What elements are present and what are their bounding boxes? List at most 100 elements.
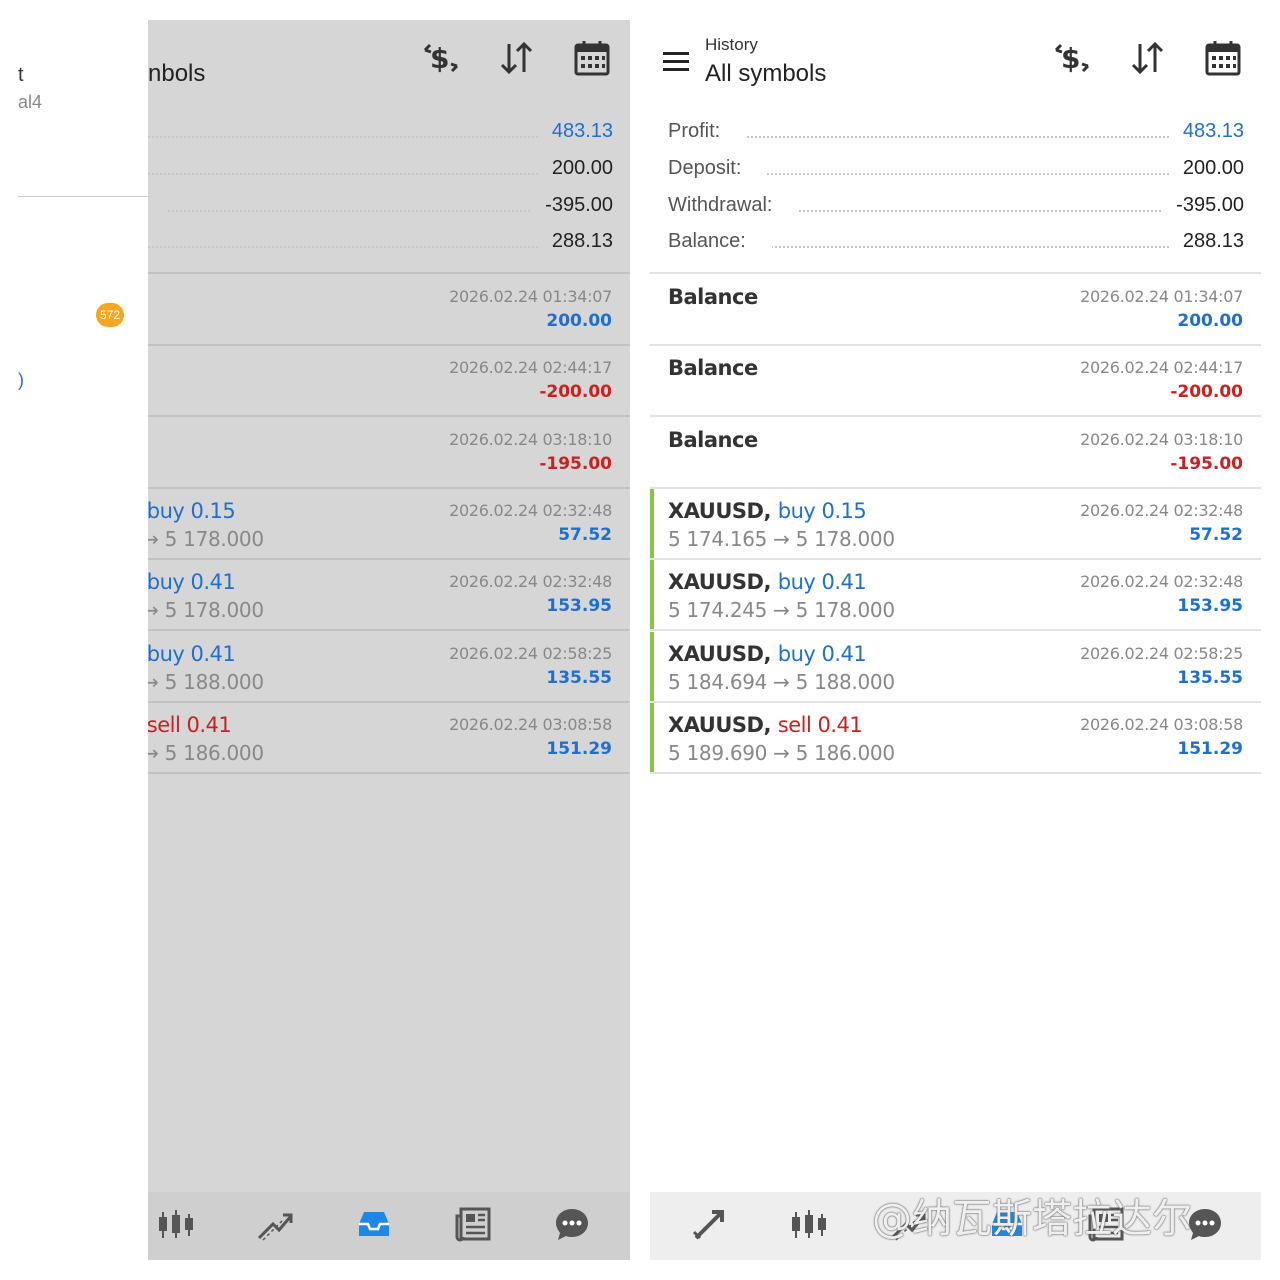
header-subtitle: History xyxy=(705,35,758,54)
balance-row[interactable]: Balance 2026.02.24 01:34:07 200.00 xyxy=(650,275,1261,346)
deal-symbol: XAUUSD, xyxy=(668,712,771,737)
news-icon[interactable] xyxy=(453,1204,497,1248)
sort-icon[interactable] xyxy=(1128,38,1176,86)
row-amount: 153.95 xyxy=(546,596,612,617)
dollar-exchange-icon[interactable]: $ xyxy=(1052,38,1100,86)
deal-accent-bar xyxy=(650,702,654,774)
summary-row: Balance: 288.13 xyxy=(148,230,613,260)
deal-title: XAUUSD, sell 0.41 xyxy=(148,713,232,737)
deal-symbol: XAUUSD, xyxy=(668,498,771,523)
dotted-leader xyxy=(668,136,1244,138)
deal-title: XAUUSD, buy 0.15 xyxy=(668,498,867,523)
calendar-icon[interactable] xyxy=(572,38,620,86)
row-timestamp: 2026.02.24 02:32:48 xyxy=(1080,500,1243,520)
summary-value: 200.00 xyxy=(537,157,613,180)
row-timestamp: 2026.02.24 02:32:48 xyxy=(1080,572,1243,592)
row-timestamp: 2026.02.24 02:58:25 xyxy=(1080,643,1243,663)
balance-row[interactable]: Balance2026.02.24 01:34:07 200.00 xyxy=(148,275,630,346)
row-timestamp: 2026.02.24 03:08:58 xyxy=(1080,714,1243,734)
deal-symbol: XAUUSD, xyxy=(668,641,771,666)
sort-icon[interactable] xyxy=(497,38,545,86)
deal-row[interactable]: XAUUSD, buy 0.41 5 174.245 → 5 178.000 2… xyxy=(650,560,1261,632)
deal-row[interactable]: XAUUSD, buy 0.41 5 184.694 → 5 188.000 2… xyxy=(650,631,1261,703)
balance-row[interactable]: Balance2026.02.24 02:44:17 -200.00 xyxy=(148,346,630,418)
summary-value: -395.00 xyxy=(531,194,613,217)
svg-text:$: $ xyxy=(1061,42,1080,75)
summary-label: Balance: xyxy=(668,230,772,253)
calendar-icon[interactable] xyxy=(1203,38,1251,86)
summary-row: Withdrawal: -395.00 xyxy=(668,194,1244,224)
summary-row: Balance: 288.13 xyxy=(668,230,1244,260)
deal-direction: buy 0.41 xyxy=(148,641,236,666)
row-timestamp: 2026.02.24 03:18:10 xyxy=(449,429,612,449)
quotes-icon[interactable] xyxy=(690,1204,734,1248)
row-divider xyxy=(148,771,630,774)
svg-text:$: $ xyxy=(430,42,449,75)
deal-row[interactable]: XAUUSD, sell 0.41 5 189.690 → 5 186.000 … xyxy=(650,702,1261,774)
deal-direction: buy 0.41 xyxy=(777,641,867,666)
balance-row[interactable]: Balance2026.02.24 03:18:10 -195.00 xyxy=(148,418,630,489)
page-title[interactable]: nbols xyxy=(148,60,205,88)
summary-value: 288.13 xyxy=(1168,230,1244,253)
balance-row[interactable]: Balance2026.02.24 02:44:17 -200.00 xyxy=(650,346,1261,418)
row-divider xyxy=(650,771,1261,774)
candlestick-chart-icon[interactable] xyxy=(156,1204,200,1248)
deal-title: XAUUSD, buy 0.41 xyxy=(668,570,867,595)
row-timestamp: 2026.02.24 01:34:07 xyxy=(449,287,612,306)
trade-icon[interactable] xyxy=(255,1204,299,1248)
history-screen: History All symbols $ Profit: 483.13 Dep… xyxy=(650,20,1261,1260)
dollar-exchange-icon[interactable]: $ xyxy=(421,38,469,86)
deal-row[interactable]: XAUUSD, buy 0.15 5 174.165 → 5 178.000 2… xyxy=(650,488,1261,560)
balance-row[interactable]: Balance 2026.02.24 03:18:10 -195.00 xyxy=(650,418,1261,489)
deal-row[interactable]: XAUUSD, sell 0.41 5 189.690 → 5 186.000 … xyxy=(148,703,630,774)
row-amount: 200.00 xyxy=(1177,311,1243,331)
drawer-subtitle-fragment: al4 xyxy=(18,92,43,112)
history-inbox-icon[interactable] xyxy=(354,1204,398,1248)
deal-prices: 5 174.245 → 5 178.000 xyxy=(668,598,895,623)
deal-prices: 5 189.690 → 5 186.000 xyxy=(668,740,895,765)
deal-direction: buy 0.41 xyxy=(777,570,867,595)
summary-label: Deposit: xyxy=(668,157,768,180)
row-amount: 57.52 xyxy=(1189,524,1243,545)
hamburger-menu-icon[interactable] xyxy=(663,52,689,72)
row-amount: -200.00 xyxy=(1170,382,1243,403)
deal-prices: 5 189.690 → 5 186.000 xyxy=(148,740,264,765)
row-timestamp: 2026.02.24 03:18:10 xyxy=(1080,429,1243,449)
deal-direction: sell 0.41 xyxy=(777,712,863,737)
row-timestamp: 2026.02.24 02:44:17 xyxy=(449,358,612,378)
deal-title: XAUUSD, buy 0.41 xyxy=(148,641,236,666)
deal-title: XAUUSD, buy 0.41 xyxy=(148,570,236,594)
summary-value: -395.00 xyxy=(1162,194,1244,217)
drawer-text-fragment: ) xyxy=(18,370,24,390)
summary-label: Profit: xyxy=(668,120,747,143)
summary-label: Withdrawal: xyxy=(148,194,168,217)
deal-title: XAUUSD, buy 0.41 xyxy=(668,641,867,666)
summary-value: 288.13 xyxy=(537,230,613,253)
deal-row[interactable]: XAUUSD, buy 0.15 5 174.165 → 5 178.000 2… xyxy=(148,489,630,560)
deal-row[interactable]: XAUUSD, buy 0.41 5 174.245 → 5 178.000 2… xyxy=(148,560,630,632)
summary-value: 200.00 xyxy=(1168,157,1244,180)
deal-accent-bar xyxy=(650,631,654,703)
balance-title: Balance xyxy=(668,285,758,309)
deal-title: XAUUSD, buy 0.15 xyxy=(148,498,236,523)
notification-badge: 572 xyxy=(96,303,124,327)
deal-prices: 5 184.694 → 5 188.000 xyxy=(148,669,264,694)
deal-row[interactable]: XAUUSD, buy 0.41 5 184.694 → 5 188.000 2… xyxy=(148,632,630,703)
deal-direction: buy 0.15 xyxy=(777,498,867,523)
row-amount: 153.95 xyxy=(1177,596,1243,617)
chat-icon[interactable] xyxy=(552,1204,596,1248)
deal-title: XAUUSD, sell 0.41 xyxy=(668,712,863,737)
candlestick-chart-icon[interactable] xyxy=(789,1204,833,1248)
row-timestamp: 2026.02.24 02:44:17 xyxy=(1080,358,1243,378)
row-amount: -195.00 xyxy=(1170,453,1243,474)
row-timestamp: 2026.02.24 03:08:58 xyxy=(449,714,612,734)
row-timestamp: 2026.02.24 01:34:07 xyxy=(1080,287,1243,306)
row-amount: 135.55 xyxy=(1177,667,1243,688)
deal-prices: 5 184.694 → 5 188.000 xyxy=(668,669,895,694)
deal-direction: buy 0.15 xyxy=(148,498,236,523)
deal-accent-bar xyxy=(650,488,654,560)
navigation-drawer-peek: t al4 572 ) xyxy=(0,20,148,1260)
row-amount: -200.00 xyxy=(539,382,612,403)
balance-title: Balance xyxy=(668,427,758,452)
page-title[interactable]: All symbols xyxy=(705,60,826,88)
